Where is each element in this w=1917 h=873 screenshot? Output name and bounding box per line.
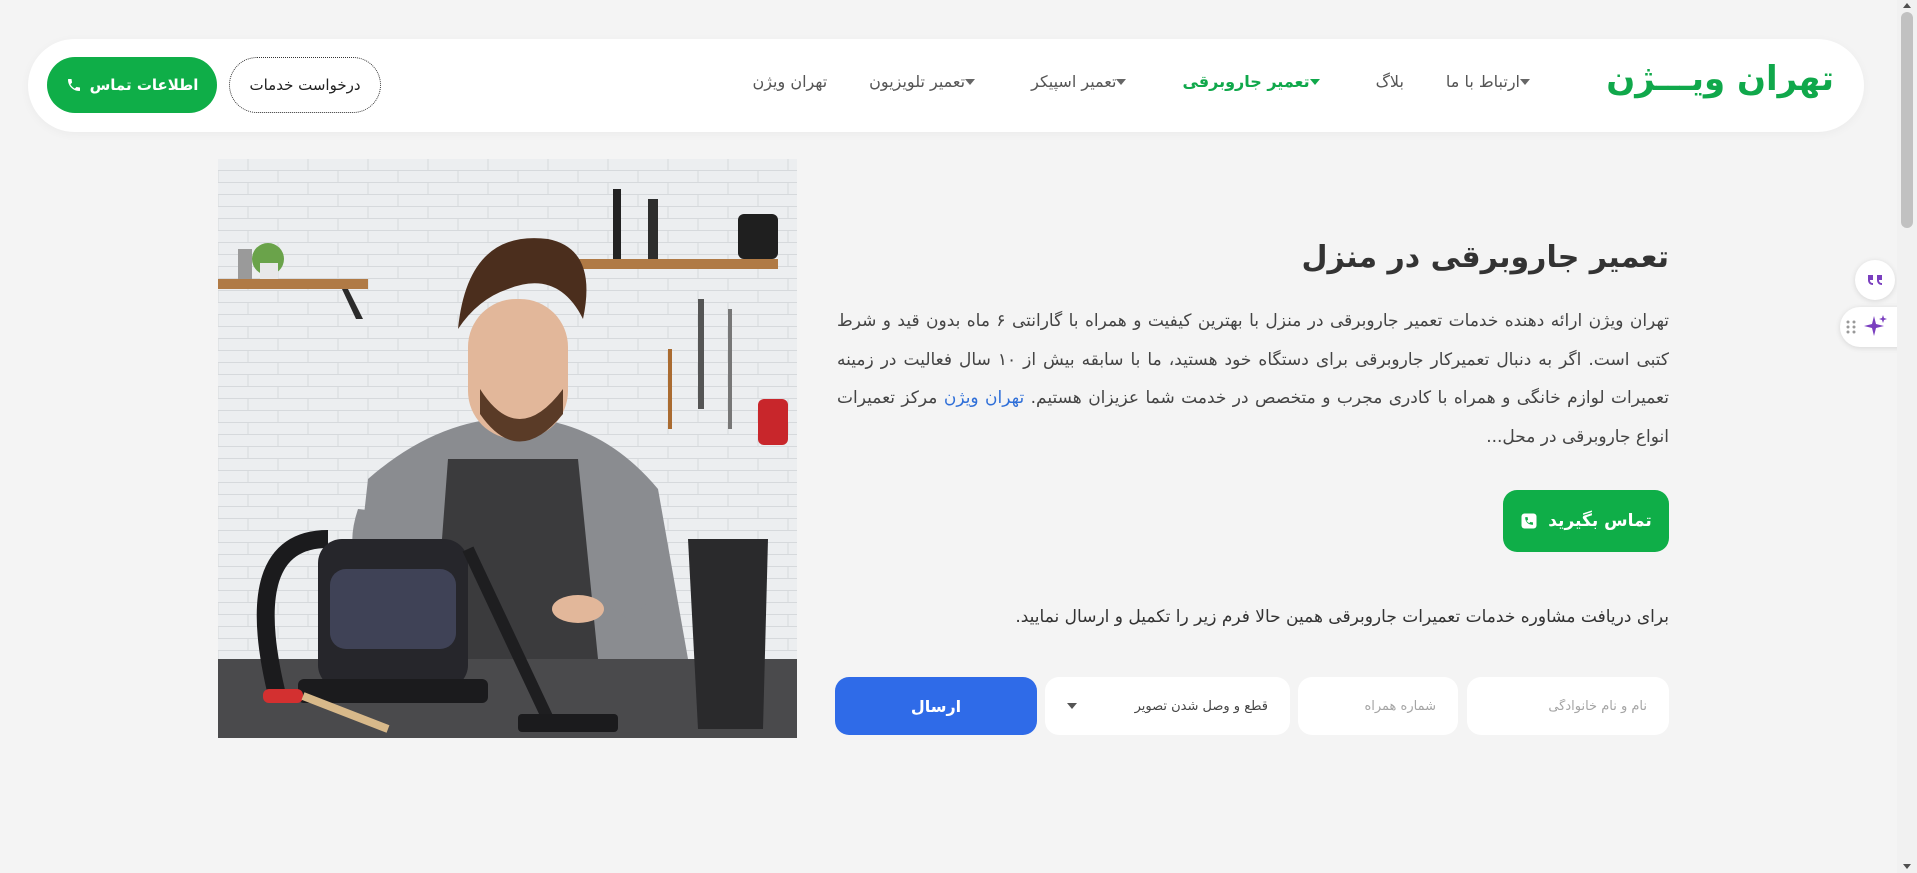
chevron-down-icon bbox=[1116, 78, 1127, 85]
nav-item-label: تهران ویژن bbox=[752, 72, 828, 91]
nav-item-vacuum-repair[interactable]: تعمیر جاروبرقی bbox=[1182, 72, 1333, 91]
hero-description: تهران ویژن ارائه دهنده خدمات تعمیر جاروب… bbox=[837, 302, 1669, 456]
issue-select[interactable]: قطع و وصل شدن تصویر bbox=[1045, 677, 1290, 735]
call-us-button[interactable]: تماس بگیرید bbox=[1503, 490, 1669, 552]
page-title: تعمیر جاروبرقی در منزل bbox=[1301, 240, 1669, 275]
quote-icon bbox=[1868, 275, 1882, 285]
chevron-down-icon bbox=[1067, 703, 1077, 709]
request-service-button[interactable]: درخواست خدمات bbox=[229, 57, 381, 113]
main-nav: تهران ویژن تعمیر تلویزیون تعمیر اسپیکر ت… bbox=[710, 72, 1544, 91]
issue-select-value: قطع و وصل شدن تصویر bbox=[1134, 698, 1268, 714]
page-scrollbar[interactable] bbox=[1897, 0, 1917, 873]
nav-item-label: بلاگ bbox=[1375, 72, 1404, 91]
site-logo[interactable]: تهران ویـــژن bbox=[1606, 59, 1834, 99]
nav-item-contact-us[interactable]: ارتباط با ما bbox=[1446, 72, 1544, 91]
sparkle-icon bbox=[1864, 315, 1887, 336]
ai-assistant-widget[interactable] bbox=[1840, 307, 1902, 347]
scroll-down-arrow-icon[interactable] bbox=[1903, 864, 1911, 869]
technician-vacuum-illustration bbox=[218, 159, 797, 738]
nav-item-label: تعمیر جاروبرقی bbox=[1182, 72, 1310, 91]
nav-item-blog[interactable]: بلاگ bbox=[1376, 72, 1404, 91]
phone-icon bbox=[1521, 513, 1537, 529]
submit-button[interactable]: ارسال bbox=[835, 677, 1037, 735]
scrollbar-thumb[interactable] bbox=[1901, 12, 1913, 228]
form-instructions: برای دریافت مشاوره خدمات تعمیرات جاروبرق… bbox=[1015, 607, 1669, 627]
phone-icon bbox=[67, 79, 80, 91]
drag-handle-icon bbox=[1846, 320, 1856, 334]
full-name-input[interactable] bbox=[1467, 677, 1669, 735]
nav-item-label: ارتباط با ما bbox=[1445, 72, 1520, 91]
nav-item-label: تعمیر اسپیکر bbox=[1031, 72, 1117, 91]
site-header: تهران ویـــژن تهران ویژن تعمیر تلویزیون … bbox=[28, 39, 1864, 132]
contact-info-button[interactable]: اطلاعات تماس bbox=[47, 57, 217, 113]
quote-widget[interactable] bbox=[1855, 260, 1895, 300]
nav-item-tehran-vision[interactable]: تهران ویژن bbox=[752, 72, 827, 91]
contact-info-label: اطلاعات تماس bbox=[89, 76, 199, 94]
scroll-up-arrow-icon[interactable] bbox=[1903, 3, 1911, 8]
hero-image bbox=[218, 159, 797, 738]
nav-item-speaker-repair[interactable]: تعمیر اسپیکر bbox=[1031, 72, 1140, 91]
chevron-down-icon bbox=[965, 78, 976, 85]
call-us-label: تماس بگیرید bbox=[1548, 511, 1652, 531]
tehran-vision-link[interactable]: تهران ویژن bbox=[944, 388, 1024, 408]
mobile-number-input[interactable] bbox=[1298, 677, 1458, 735]
nav-item-tv-repair[interactable]: تعمیر تلویزیون bbox=[869, 72, 989, 91]
chevron-down-icon bbox=[1520, 78, 1530, 85]
chevron-down-icon bbox=[1309, 78, 1320, 85]
nav-item-label: تعمیر تلویزیون bbox=[869, 72, 966, 91]
